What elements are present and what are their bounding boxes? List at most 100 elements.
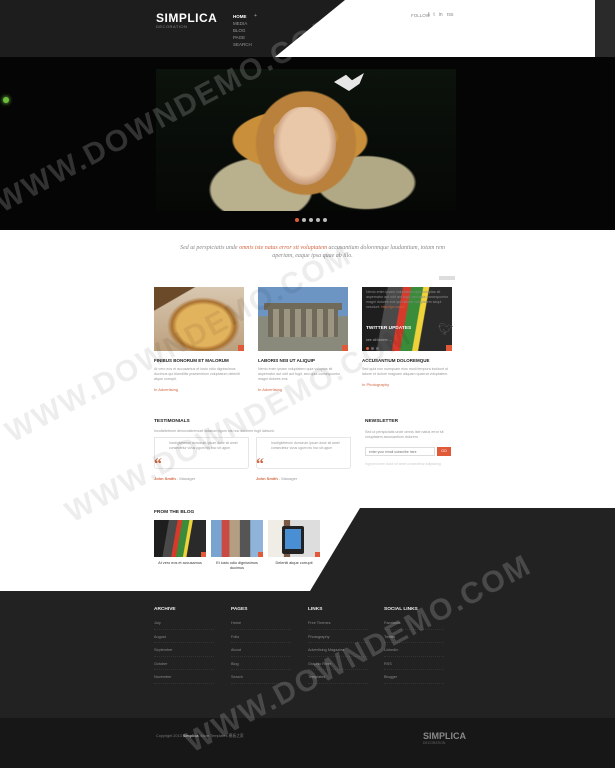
quote-icon: “ [154, 456, 162, 473]
plus-icon[interactable] [238, 345, 244, 351]
feature-image[interactable] [258, 287, 348, 351]
blog-post-title[interactable]: At vero eos et accusamus [154, 561, 206, 566]
slider-dot[interactable] [316, 218, 320, 222]
tweet-pagination [366, 347, 379, 350]
slider-dot[interactable] [323, 218, 327, 222]
feature-title[interactable]: ACCUSANTIUM DOLOREMQUE [362, 358, 452, 363]
footer-logo-tagline: DECORATION [423, 741, 446, 745]
footer-link[interactable]: Photography [308, 634, 368, 643]
footer-link[interactable]: Twitter [384, 634, 444, 643]
hero-slider [0, 57, 615, 230]
tweet-page-dot[interactable] [376, 347, 379, 350]
footer-link[interactable]: July [154, 620, 214, 630]
header-social: f t in rss [428, 12, 453, 18]
twitter-updates-title: TWITTER UPDATES [366, 326, 412, 331]
tweet-page-dot[interactable] [371, 347, 374, 350]
rss-icon[interactable]: rss [447, 12, 454, 18]
nav-item-blog[interactable]: BLOG [233, 27, 252, 34]
testimonial-text: Incoligiteterum domorum ipsum dolor sit … [169, 441, 238, 450]
footer-links: LINKS Free Themes Photography Advertisin… [308, 607, 368, 688]
testimonial-author: John Smith - Manager [154, 476, 196, 481]
footer-link[interactable]: Home [231, 620, 291, 630]
feature-category-link[interactable]: In Photography [362, 382, 452, 387]
blog-post-title[interactable]: Deleniti atque corrupti [268, 561, 320, 566]
footer-col-title: SOCIAL LINKS [384, 607, 418, 612]
feature-title[interactable]: FINIBUS BONORUM ET MALORUM [154, 358, 244, 363]
footer-link[interactable]: August [154, 634, 214, 643]
nav-item-page[interactable]: PAGE [233, 34, 252, 41]
see-all-tweets-link[interactable]: see all tweets → [366, 338, 392, 342]
slider-dot[interactable] [309, 218, 313, 222]
footer-link[interactable]: Advertising Magazine [308, 647, 368, 657]
footer-link[interactable]: Blog [231, 661, 291, 670]
nav-item-media[interactable]: MEDIA [233, 20, 252, 27]
plus-icon[interactable] [315, 552, 320, 557]
footer-link[interactable]: Blogger [384, 674, 444, 684]
footer-link[interactable]: About [231, 647, 291, 657]
blog-thumbnail[interactable] [154, 520, 206, 557]
plus-icon[interactable] [201, 552, 206, 557]
divider-bar [439, 276, 455, 280]
footer-link[interactable]: RSS [384, 661, 444, 670]
slider-dot[interactable] [295, 218, 299, 222]
slider-pagination [295, 218, 327, 222]
footer-link[interactable]: Search [231, 674, 291, 684]
feature-title[interactable]: LABORIS NISI UT ALIQUIP [258, 358, 348, 363]
footer-link[interactable]: Folio [231, 634, 291, 643]
header-white-panel [275, 0, 615, 57]
logo-tagline: DECORATION [156, 24, 188, 29]
feature-card[interactable]: FINIBUS BONORUM ET MALORUM At vero eos e… [154, 287, 244, 392]
footer-archive: ARCHIVE July August September October No… [154, 607, 214, 688]
nav-item-home[interactable]: HOME [233, 13, 252, 20]
main-nav: HOME MEDIA BLOG PAGE SEARCH [233, 13, 252, 48]
feature-image[interactable] [154, 287, 244, 351]
plus-icon[interactable] [342, 345, 348, 351]
blog-post-title[interactable]: Et iusto odio dignissimos ducimus [211, 561, 263, 571]
testimonial-text: Incoligiteterum domorum ipsum dolor sit … [271, 441, 340, 450]
blog-post[interactable]: At vero eos et accusamus [154, 520, 206, 566]
newsletter-text: Sed ut perspiciatis unde omnis iste natu… [365, 430, 444, 439]
blog-post[interactable]: Deleniti atque corrupti [268, 520, 320, 566]
tweet-text: Nemo enim ipsam voluptatem quia voluptas… [366, 290, 449, 309]
footer-pages: PAGES Home Folio About Blog Search [231, 607, 291, 688]
footer-link[interactable]: Free Themes [308, 620, 368, 630]
intro-quote-highlight: omnis iste natus error sit voluptatem [239, 245, 328, 251]
facebook-icon[interactable]: f [428, 12, 429, 18]
blog-thumbnail[interactable] [268, 520, 320, 557]
footer-logo[interactable]: SIMPLICA [423, 731, 466, 741]
footer-col-title: LINKS [308, 607, 323, 612]
footer-link[interactable]: November [154, 674, 214, 684]
blog-thumbnail[interactable] [211, 520, 263, 557]
nav-item-search[interactable]: SEARCH [233, 41, 252, 48]
newsletter-submit-button[interactable]: GO [437, 447, 451, 456]
footer-col-title: ARCHIVE [154, 607, 176, 612]
intro-quote: Sed ut perspiciatis unde omnis iste natu… [180, 245, 445, 259]
plus-icon[interactable] [258, 552, 263, 557]
twitter-icon[interactable]: t [433, 12, 434, 18]
hero-indicator-dot [3, 97, 9, 103]
footer-link[interactable]: Graphic River [308, 661, 368, 670]
feature-card[interactable]: LABORIS NISI UT ALIQUIP Nemo enim ipsam … [258, 287, 348, 392]
quote-icon: “ [256, 456, 264, 473]
plus-icon[interactable] [446, 345, 452, 351]
feature-category-link[interactable]: In Advertising [258, 387, 348, 392]
site-header: SIMPLICA DECORATION HOME MEDIA BLOG PAGE… [0, 0, 615, 57]
hero-image [156, 69, 456, 211]
blog-section-title: FROM THE BLOG [154, 510, 195, 515]
footer-link[interactable]: Templates [308, 674, 368, 684]
footer-link[interactable]: October [154, 661, 214, 670]
newsletter-email-input[interactable] [365, 447, 435, 456]
blog-post[interactable]: Et iusto odio dignissimos ducimus [211, 520, 263, 571]
linkedin-icon[interactable]: in [439, 12, 443, 18]
header-edge [595, 0, 615, 57]
footer-link[interactable]: September [154, 647, 214, 657]
site-logo[interactable]: SIMPLICA [156, 11, 217, 25]
tweet-page-dot[interactable] [366, 347, 369, 350]
footer-link[interactable]: Facebook [384, 620, 444, 630]
slider-dot[interactable] [302, 218, 306, 222]
nav-expand-icon[interactable]: + [254, 13, 257, 19]
feature-category-link[interactable]: In Advertising [154, 387, 244, 392]
tweet-link[interactable]: http://go.com/x [381, 305, 405, 309]
copyright-brand-link[interactable]: Simplica [183, 734, 199, 738]
footer-link[interactable]: LinkedIn [384, 647, 444, 657]
